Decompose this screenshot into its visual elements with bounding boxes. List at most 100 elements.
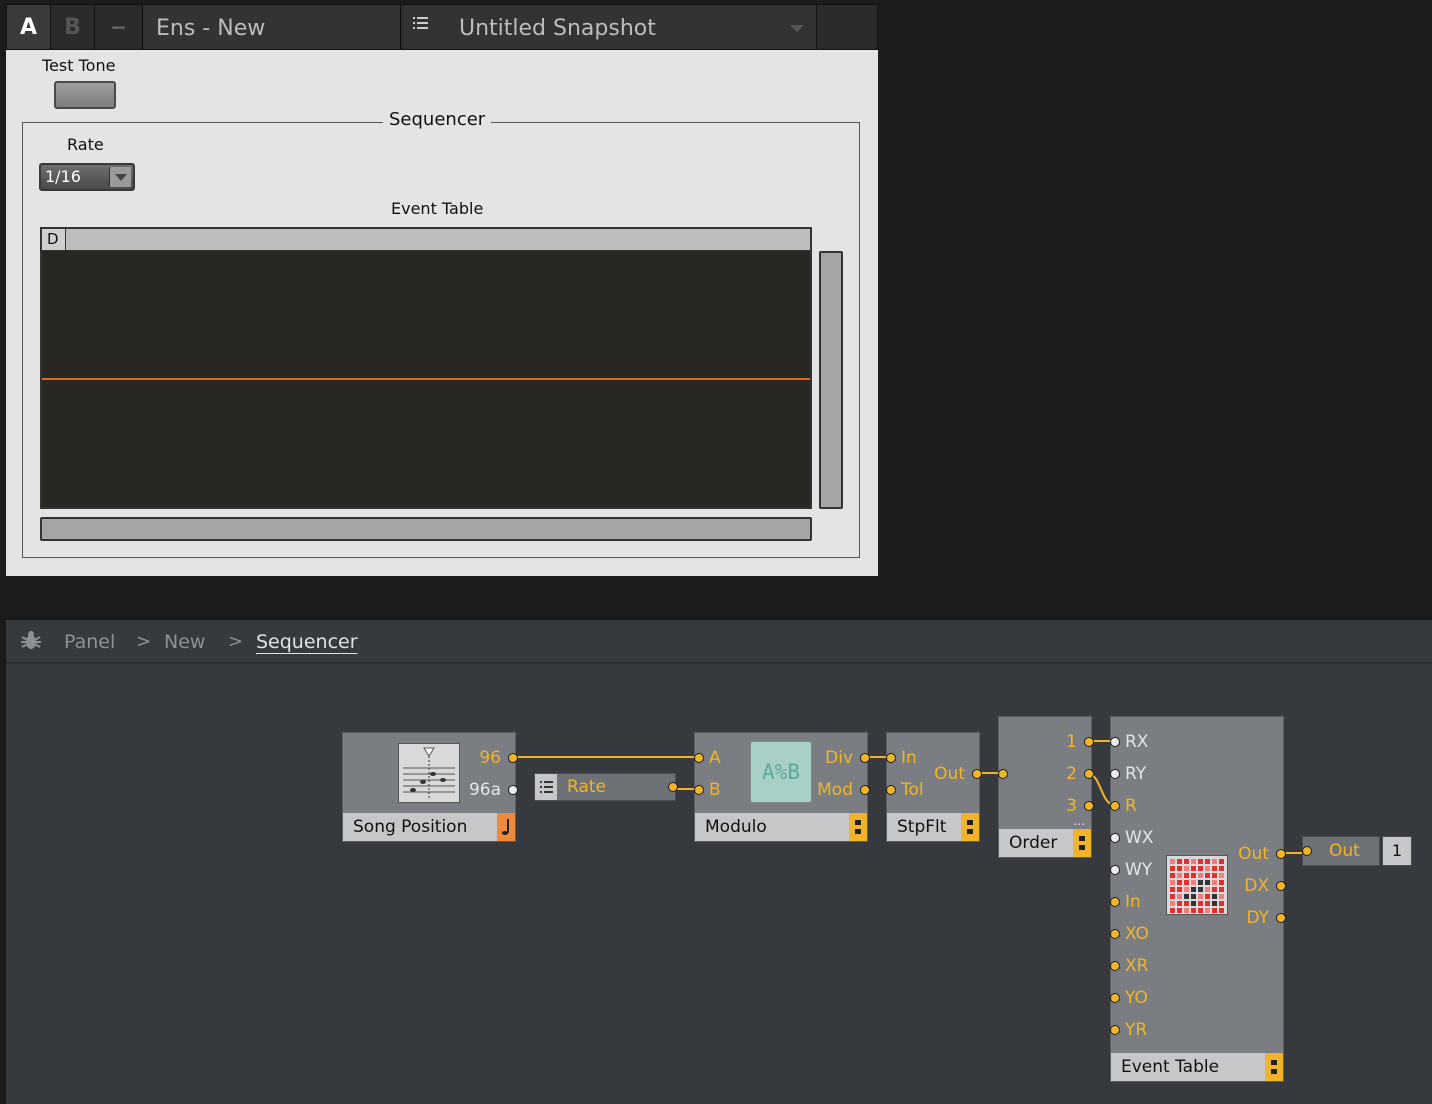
- port-out-dot[interactable]: [972, 769, 982, 779]
- port-div-dot[interactable]: [860, 753, 870, 763]
- port-wx: WX: [1125, 828, 1154, 848]
- port-96-dot[interactable]: [508, 753, 518, 763]
- port-yo-dot[interactable]: [1110, 993, 1120, 1003]
- port-b-dot[interactable]: [694, 785, 704, 795]
- out-module[interactable]: Out: [1302, 836, 1380, 866]
- snapshot-selector[interactable]: Untitled Snapshot: [403, 5, 817, 49]
- sequencer-title: Sequencer: [383, 109, 492, 130]
- port-b: B: [709, 780, 721, 800]
- song-position-label: Song Position: [343, 813, 497, 841]
- event-table-module-label: Event Table: [1111, 1053, 1265, 1081]
- port-1-dot[interactable]: [1084, 737, 1094, 747]
- port-r: R: [1125, 796, 1137, 816]
- order-module[interactable]: 1 2 3 ... Order: [998, 716, 1094, 858]
- stpflt-label: StpFlt: [887, 813, 961, 841]
- order-label: Order: [999, 829, 1073, 857]
- event-table-module[interactable]: RX RY R WX WY In XO XR YO YR Out DX DY Event Tabl…: [1110, 716, 1286, 1082]
- out-in-dot[interactable]: [1302, 846, 1312, 856]
- note-icon: [497, 813, 515, 841]
- port-96: 96: [479, 748, 501, 768]
- port-xo: XO: [1125, 924, 1149, 944]
- order-more: ...: [1073, 814, 1085, 828]
- port-yr: YR: [1125, 1020, 1148, 1040]
- port-out-dot[interactable]: [1276, 849, 1286, 859]
- port-2-dot[interactable]: [1084, 769, 1094, 779]
- port-wy: WY: [1125, 860, 1153, 880]
- io-icon: [1265, 1053, 1283, 1081]
- event-table-label: Event Table: [391, 199, 484, 218]
- port-ry: RY: [1125, 764, 1147, 784]
- port-dy: DY: [1246, 908, 1269, 928]
- port-rx-dot[interactable]: [1110, 737, 1120, 747]
- port-wy-dot[interactable]: [1110, 865, 1120, 875]
- event-table-canvas[interactable]: [40, 251, 812, 509]
- event-table-value-line: [42, 378, 810, 380]
- ensemble-panel: Test Tone Sequencer Rate 1/16 Event Tabl…: [6, 50, 878, 576]
- port-yo: YO: [1125, 988, 1148, 1008]
- out-channel[interactable]: 1: [1382, 836, 1412, 866]
- rate-value: 1/16: [45, 167, 81, 186]
- song-position-module[interactable]: 96 96a Song Position: [342, 732, 518, 842]
- rate-out-dot[interactable]: [668, 782, 678, 792]
- list-icon: [535, 774, 557, 800]
- port-dx: DX: [1244, 876, 1269, 896]
- port-in-dot[interactable]: [886, 753, 896, 763]
- port-mod-dot[interactable]: [860, 785, 870, 795]
- port-dx-dot[interactable]: [1276, 881, 1286, 891]
- test-tone-button[interactable]: [54, 81, 116, 109]
- port-ry-dot[interactable]: [1110, 769, 1120, 779]
- top-area: A B − Ens - New Untitled Snapshot Test T…: [0, 0, 1432, 615]
- toolbar: A B − Ens - New Untitled Snapshot: [6, 4, 878, 50]
- port-2: 2: [1066, 764, 1077, 784]
- port-xr-dot[interactable]: [1110, 961, 1120, 971]
- port-xr: XR: [1125, 956, 1149, 976]
- rate-label: Rate: [67, 135, 104, 154]
- structure-view: Panel > New > Sequencer 96 96a Song Posi…: [6, 620, 1432, 1104]
- chevron-down-icon[interactable]: [790, 25, 804, 32]
- horizontal-scrollbar[interactable]: [40, 517, 812, 541]
- port-r-dot[interactable]: [1110, 801, 1120, 811]
- vertical-scrollbar[interactable]: [819, 251, 843, 509]
- snapshot-b-button[interactable]: B: [51, 5, 95, 49]
- list-icon[interactable]: [413, 15, 429, 37]
- io-icon: [1073, 829, 1091, 857]
- port-out: Out: [1238, 844, 1269, 864]
- modulo-module[interactable]: A B A%B Div Mod Modulo: [694, 732, 870, 842]
- event-table-column-d[interactable]: D: [42, 229, 66, 250]
- event-table-grid-icon: [1166, 855, 1228, 915]
- port-in: In: [1125, 892, 1141, 912]
- port-xo-dot[interactable]: [1110, 929, 1120, 939]
- stpflt-module[interactable]: In Tol Out StpFlt: [886, 732, 982, 842]
- port-div: Div: [825, 748, 853, 768]
- port-yr-dot[interactable]: [1110, 1025, 1120, 1035]
- port-a: A: [709, 748, 721, 768]
- port-96a: 96a: [468, 780, 501, 800]
- io-icon: [849, 813, 867, 841]
- ensemble-name[interactable]: Ens - New: [143, 5, 401, 49]
- port-rx: RX: [1125, 732, 1149, 752]
- order-in-dot[interactable]: [998, 769, 1008, 779]
- minus-button[interactable]: −: [95, 5, 143, 49]
- port-1: 1: [1066, 732, 1077, 752]
- port-a-dot[interactable]: [694, 753, 704, 763]
- port-tol-dot[interactable]: [886, 785, 896, 795]
- port-dy-dot[interactable]: [1276, 913, 1286, 923]
- test-tone-label: Test Tone: [42, 56, 116, 75]
- port-96a-dot[interactable]: [508, 785, 518, 795]
- chevron-down-icon[interactable]: [109, 167, 131, 187]
- modulo-label: Modulo: [695, 813, 849, 841]
- port-out: Out: [934, 764, 965, 784]
- port-3-dot[interactable]: [1084, 801, 1094, 811]
- sequencer-group: Sequencer Rate 1/16 Event Table D: [22, 109, 860, 558]
- port-in-dot[interactable]: [1110, 897, 1120, 907]
- event-table-header: D: [40, 227, 812, 251]
- modulo-display: A%B: [750, 741, 812, 803]
- rate-module[interactable]: Rate: [534, 773, 678, 801]
- port-mod: Mod: [817, 780, 853, 800]
- rate-module-label: Rate: [567, 777, 606, 797]
- snapshot-a-button[interactable]: A: [7, 5, 51, 49]
- rate-select[interactable]: 1/16: [39, 163, 135, 191]
- port-tol: Tol: [901, 780, 924, 800]
- port-wx-dot[interactable]: [1110, 833, 1120, 843]
- port-in: In: [901, 748, 917, 768]
